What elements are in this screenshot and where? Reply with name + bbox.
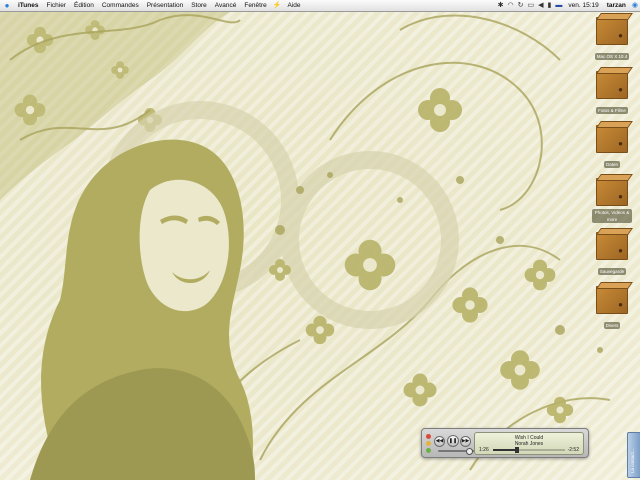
bluetooth-icon[interactable]: ✱ — [496, 0, 506, 11]
desktop-icon-photos-videos[interactable]: ● Photos, Videos & more — [592, 178, 632, 226]
menu-clock[interactable]: ven. 15:19 — [564, 0, 602, 11]
itunes-mini-player[interactable]: ◀◀ ❚❚ ▶▶ Wish I Could Norah Jones 1:26 -… — [421, 428, 589, 458]
desktop-icon-label: Mac OS X 10.4 — [594, 53, 630, 60]
drive-box-icon: ● — [596, 17, 628, 45]
menu-avance[interactable]: Avancé — [211, 0, 241, 11]
progress-bar[interactable] — [493, 447, 565, 453]
menu-user[interactable]: tarzan — [603, 0, 630, 11]
volume-slider[interactable] — [438, 448, 478, 455]
now-playing-display[interactable]: Wish I Could Norah Jones 1:26 -2:52 — [474, 432, 584, 455]
spotlight-icon[interactable]: ◉ — [630, 0, 640, 11]
apple-menu-icon[interactable]: ● — [0, 0, 14, 11]
menu-presentation[interactable]: Présentation — [143, 0, 188, 11]
remaining-time: -2:52 — [567, 447, 579, 453]
volume-icon[interactable]: ◀ — [536, 0, 545, 11]
next-track-button[interactable]: ▶▶ — [460, 436, 471, 447]
desktop-icon-label: Sauvegarde — [597, 268, 627, 275]
drive-box-icon: ● — [596, 125, 628, 153]
menu-store[interactable]: Store — [187, 0, 211, 11]
previous-track-button[interactable]: ◀◀ — [434, 436, 445, 447]
minimize-button[interactable] — [426, 441, 431, 446]
progress-knob[interactable] — [515, 447, 520, 453]
desktop-icon-daten[interactable]: ● Daten — [592, 125, 632, 171]
desktop-icon-fotos-filme[interactable]: ● Fotos & Filme — [592, 71, 632, 117]
desktop-icon-divers[interactable]: ● Divers — [592, 286, 632, 332]
drive-box-icon: ● — [596, 178, 628, 206]
menu-extras: ✱ ◠ ↻ ▭ ◀ ▮ ▬ ven. 15:19 tarzan ◉ — [496, 0, 640, 11]
battery-icon[interactable]: ▮ — [546, 0, 554, 11]
close-button[interactable] — [426, 434, 431, 439]
desktop-icon-label: Divers — [603, 322, 621, 329]
menu-app-name[interactable]: iTunes — [14, 0, 42, 11]
desktop-icon-label: Daten — [603, 161, 620, 168]
desktop: ● iTunes Fichier Édition Commandes Prése… — [0, 0, 640, 480]
wifi-icon[interactable]: ◠ — [506, 0, 516, 11]
desktop-icon-mac-os-x[interactable]: ● Mac OS X 10.4 — [592, 17, 632, 63]
drawer-tab[interactable]: La contact... — [627, 432, 640, 478]
desktop-icon-label: Fotos & Filme — [596, 107, 628, 114]
zoom-button[interactable] — [426, 448, 431, 453]
script-menu-icon[interactable]: ⚡ — [271, 0, 284, 11]
display-icon[interactable]: ▭ — [526, 0, 537, 11]
desktop-icon-sauvegarde[interactable]: ● Sauvegarde — [592, 232, 632, 278]
menu-edition[interactable]: Édition — [70, 0, 98, 11]
flag-icon[interactable]: ▬ — [553, 0, 564, 11]
menu-fenetre[interactable]: Fenêtre — [240, 0, 270, 11]
elapsed-time: 1:26 — [479, 447, 489, 453]
desktop-icon-label: Photos, Videos & more — [592, 209, 632, 223]
drive-box-icon: ● — [596, 286, 628, 314]
drive-box-icon: ● — [596, 71, 628, 99]
sync-icon[interactable]: ↻ — [516, 0, 526, 11]
drive-box-icon: ● — [596, 232, 628, 260]
menu-commandes[interactable]: Commandes — [98, 0, 143, 11]
wallpaper-image — [0, 12, 611, 480]
drawer-tab-label: La contact... — [630, 448, 635, 473]
pause-button[interactable]: ❚❚ — [447, 435, 459, 447]
window-controls — [426, 434, 431, 455]
menu-bar: ● iTunes Fichier Édition Commandes Prése… — [0, 0, 640, 12]
volume-slider-knob[interactable] — [466, 448, 473, 455]
progress-fill — [493, 449, 518, 451]
menu-fichier[interactable]: Fichier — [42, 0, 70, 11]
menu-aide[interactable]: Aide — [283, 0, 304, 11]
